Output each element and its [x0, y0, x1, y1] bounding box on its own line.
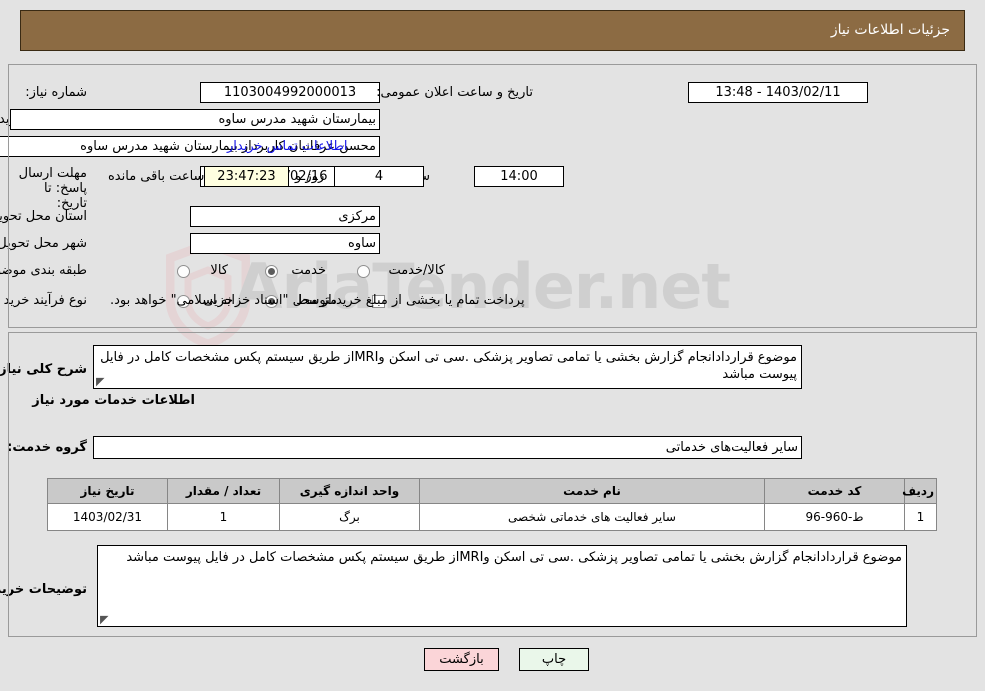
need-details-panel	[8, 332, 977, 637]
need-info-panel	[8, 64, 977, 328]
page-title: جزئیات اطلاعات نیاز	[830, 22, 950, 38]
print-button[interactable]: چاپ	[519, 648, 589, 671]
back-button[interactable]: بازگشت	[424, 648, 499, 671]
page-header-bar: جزئیات اطلاعات نیاز	[20, 10, 965, 51]
